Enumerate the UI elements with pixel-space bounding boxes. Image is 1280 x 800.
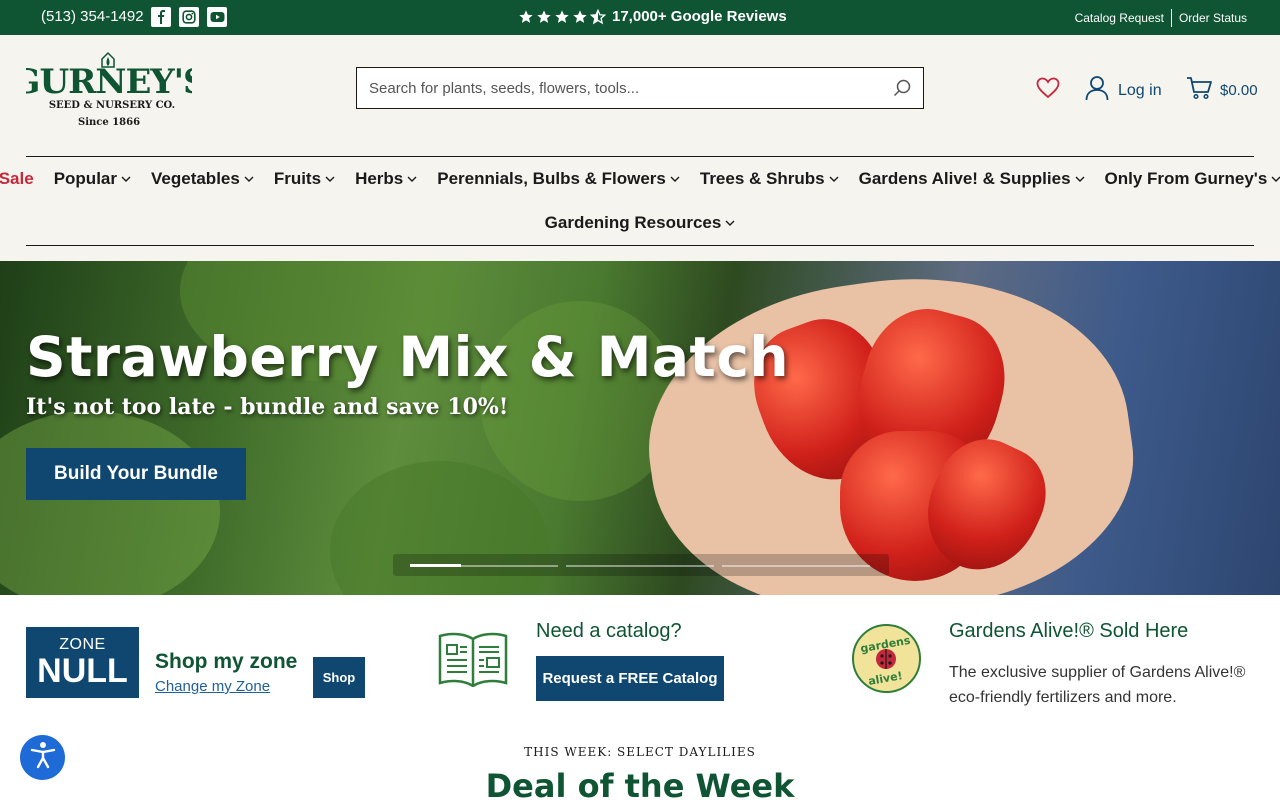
order-status-link[interactable]: Order Status [1179, 11, 1247, 25]
nav-herbs[interactable]: Herbs [345, 169, 427, 189]
need-catalog-heading: Need a catalog? [536, 620, 682, 642]
accessibility-button[interactable] [20, 735, 65, 780]
deal-week-label: THIS WEEK: SELECT DAYLILIES [524, 745, 756, 759]
nav-gardens-alive[interactable]: Gardens Alive! & Supplies [849, 169, 1095, 189]
youtube-icon[interactable] [207, 7, 227, 27]
instagram-icon[interactable] [179, 7, 199, 27]
phone-number[interactable]: (513) 354-1492 [41, 8, 144, 25]
nav-gardening-resources[interactable]: Gardening Resources [535, 213, 746, 233]
chevron-down-icon [244, 176, 254, 182]
carousel-indicators [393, 554, 889, 576]
site-header: GURNEY'S SEED & NURSERY CO. Since 1866 L… [0, 35, 1280, 261]
chevron-down-icon [121, 176, 131, 182]
login-link[interactable]: Log in [1085, 75, 1162, 106]
nav-popular[interactable]: Popular [44, 169, 141, 189]
gurneys-logo[interactable]: GURNEY'S SEED & NURSERY CO. Since 1866 [11, 51, 208, 128]
star-icon [555, 9, 569, 23]
star-icon [573, 9, 587, 23]
chevron-down-icon [670, 176, 680, 182]
search-icon[interactable] [893, 79, 911, 102]
nav-fruits[interactable]: Fruits [264, 169, 345, 189]
heart-icon[interactable] [1036, 77, 1060, 104]
reviews-text: 17,000+ Google Reviews [612, 8, 787, 25]
top-links: Catalog Request Order Status [1075, 9, 1247, 27]
user-icon [1085, 75, 1109, 106]
shop-zone-heading: Shop my zone [155, 650, 298, 673]
svg-text:SEED & NURSERY CO.: SEED & NURSERY CO. [49, 100, 175, 111]
rating-stars [518, 8, 606, 25]
nav-row: Gardening Resources [26, 213, 1254, 233]
carousel-dot-3[interactable] [722, 565, 870, 567]
carousel-dot-1[interactable] [410, 564, 461, 567]
star-icon [519, 9, 533, 23]
request-catalog-button[interactable]: Request a FREE Catalog [536, 656, 724, 701]
accessibility-icon [30, 741, 56, 774]
top-bar: (513) 354-1492 17,000+ Google Reviews Ca… [0, 0, 1280, 35]
hero-banner: Strawberry Mix & Match It's not too late… [0, 261, 1280, 595]
star-icon [537, 9, 551, 23]
carousel-dot-1-track[interactable] [461, 565, 558, 567]
gardens-alive-description: The exclusive supplier of Gardens Alive!… [949, 664, 1246, 706]
divider [1170, 9, 1172, 27]
chevron-down-icon [725, 220, 735, 226]
google-reviews[interactable]: 17,000+ Google Reviews [518, 8, 787, 25]
cart-icon [1186, 76, 1212, 104]
cart-link[interactable]: $0.00 [1186, 76, 1258, 104]
zone-value: NULL [37, 652, 128, 690]
gardens-alive-heading: Gardens Alive!® Sold Here [949, 620, 1189, 642]
svg-text:Since 1866: Since 1866 [78, 117, 140, 127]
cart-total: $0.00 [1220, 81, 1258, 99]
build-bundle-button[interactable]: Build Your Bundle [26, 448, 246, 500]
chevron-down-icon [1075, 176, 1085, 182]
search-input[interactable] [357, 68, 877, 108]
login-label: Log in [1118, 81, 1162, 99]
svg-text:GURNEY'S: GURNEY'S [26, 62, 192, 102]
facebook-icon[interactable] [151, 7, 171, 27]
leaf-shape [0, 411, 220, 595]
catalog-book-icon [438, 631, 508, 692]
chevron-down-icon [829, 176, 839, 182]
half-star-icon [590, 8, 606, 24]
search-bar [356, 67, 924, 109]
carousel-dot-2[interactable] [566, 565, 714, 567]
nav-only-from-gurneys[interactable]: Only From Gurney's [1095, 169, 1280, 189]
catalog-request-link[interactable]: Catalog Request [1075, 11, 1164, 25]
nav-row: Sale Popular Vegetables Fruits Herbs Per… [0, 169, 1280, 189]
zone-badge: ZONE NULL [26, 627, 139, 698]
nav-sale[interactable]: Sale [0, 169, 44, 189]
main-nav: Sale Popular Vegetables Fruits Herbs Per… [0, 156, 1280, 246]
nav-perennials[interactable]: Perennials, Bulbs & Flowers [427, 169, 690, 189]
shop-zone-button[interactable]: Shop [313, 657, 365, 698]
hero-subtitle: It's not too late - bundle and save 10%! [26, 394, 509, 420]
nav-trees-shrubs[interactable]: Trees & Shrubs [690, 169, 849, 189]
deal-of-the-week-title: Deal of the Week [485, 767, 795, 800]
hero-title: Strawberry Mix & Match [26, 325, 790, 389]
nav-vegetables[interactable]: Vegetables [141, 169, 264, 189]
change-zone-link[interactable]: Change my Zone [155, 678, 270, 695]
chevron-down-icon [407, 176, 417, 182]
chevron-down-icon [1271, 176, 1280, 182]
gardens-alive-logo[interactable]: gardens alive! [852, 624, 921, 693]
svg-text:alive!: alive! [867, 669, 903, 688]
chevron-down-icon [325, 176, 335, 182]
